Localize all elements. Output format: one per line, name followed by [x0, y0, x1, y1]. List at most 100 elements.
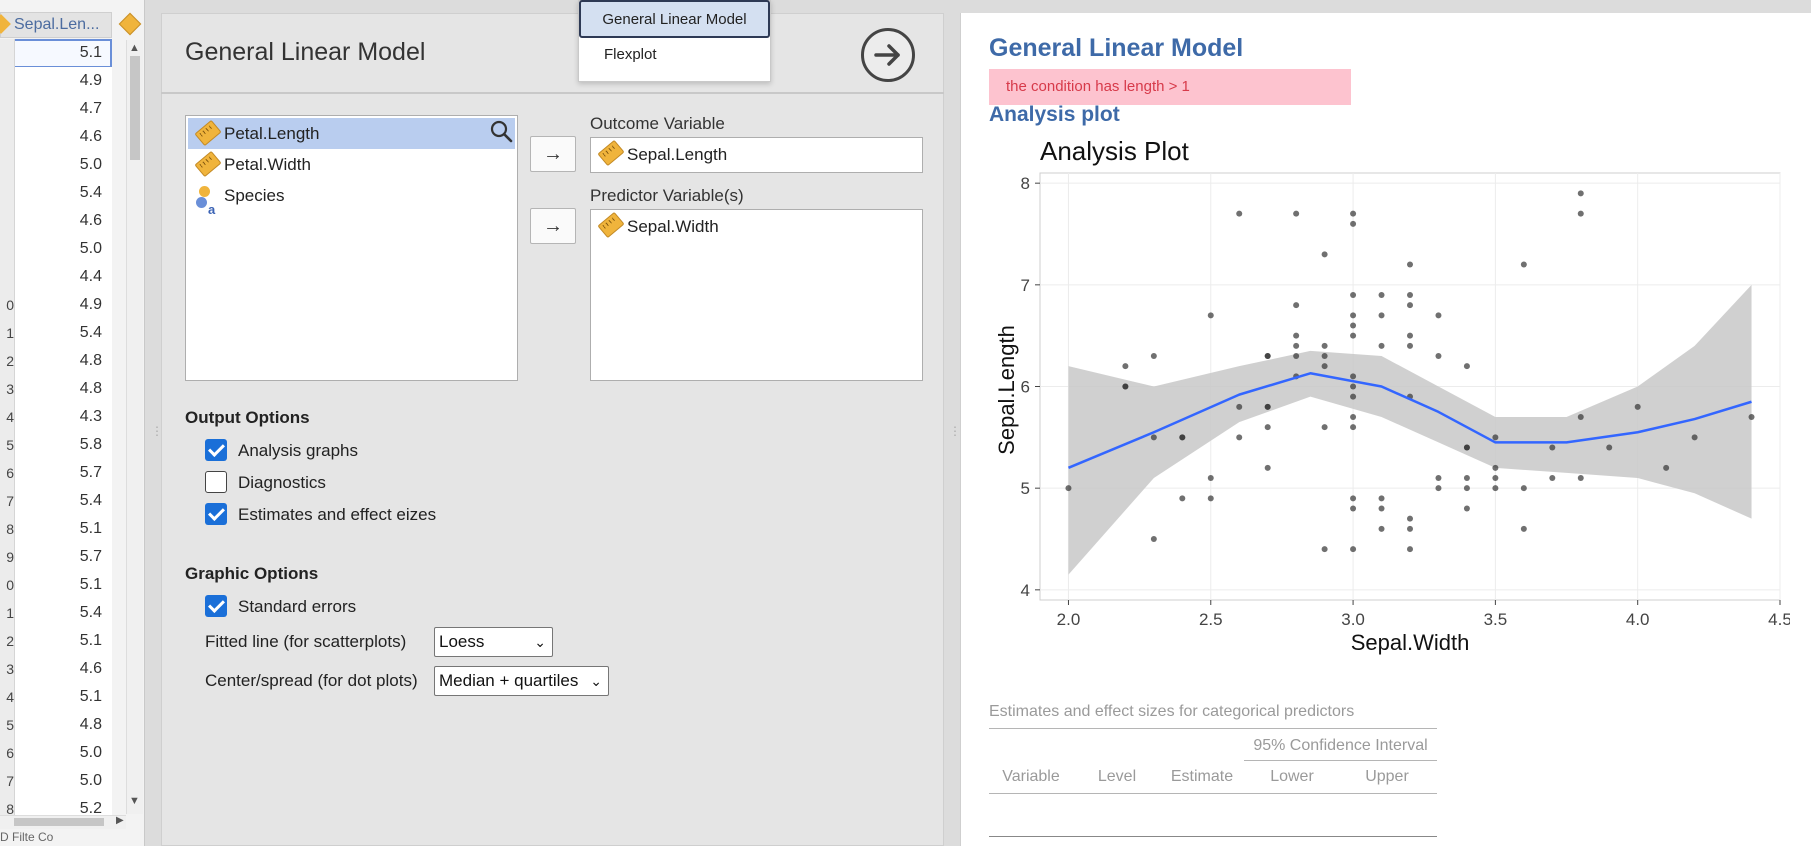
scrollbar-thumb[interactable]	[14, 818, 104, 826]
column-header-sepal-length[interactable]: Sepal.Len...	[0, 12, 112, 38]
data-point	[1492, 434, 1499, 441]
cell-value[interactable]: 4.7	[80, 95, 102, 123]
predictor-variables-box[interactable]: Sepal.Width	[590, 209, 923, 381]
select-value: Median + quartiles	[439, 671, 579, 690]
scroll-right-icon[interactable]: ▶	[116, 815, 124, 826]
menu-item-general-linear-model[interactable]: General Linear Model	[579, 0, 770, 38]
column-header-level: Level	[1097, 768, 1137, 785]
cell-value[interactable]: 5.0	[80, 767, 102, 795]
search-icon[interactable]	[489, 119, 513, 143]
cell-value[interactable]: 4.6	[80, 123, 102, 151]
checkbox-unchecked-icon[interactable]	[205, 471, 227, 493]
variable-label: Petal.Width	[224, 155, 311, 174]
cell-value[interactable]: 4.8	[80, 347, 102, 375]
table-row[interactable]: 5.4	[0, 179, 112, 208]
table-row[interactable]: 6 5.0	[0, 739, 112, 768]
left-splitter-handle[interactable]: ⋮	[151, 425, 163, 437]
variable-item-petal-length[interactable]: Petal.Length	[188, 118, 515, 149]
cell-value[interactable]: 5.8	[80, 431, 102, 459]
table-row[interactable]: 4 5.1	[0, 683, 112, 712]
table-row[interactable]: 1 5.4	[0, 599, 112, 628]
table-row[interactable]: 4.6	[0, 207, 112, 236]
chevron-down-icon: ⌄	[534, 634, 546, 650]
data-point	[1264, 353, 1271, 359]
table-row[interactable]: 1 5.4	[0, 319, 112, 348]
cell-value[interactable]: 4.8	[80, 375, 102, 403]
variable-item-species[interactable]: a Species	[188, 180, 515, 217]
table-row[interactable]: 6 5.7	[0, 459, 112, 488]
table-row[interactable]: 5 4.8	[0, 711, 112, 740]
scroll-down-icon[interactable]: ▼	[129, 795, 140, 807]
cell-value[interactable]: 5.4	[80, 179, 102, 207]
cell-value[interactable]: 4.9	[80, 67, 102, 95]
table-row[interactable]: 7 5.0	[0, 767, 112, 796]
table-row[interactable]: 5.1	[0, 39, 112, 68]
cell-value[interactable]: 5.1	[80, 683, 102, 711]
move-to-outcome-button[interactable]: →	[530, 136, 576, 172]
cell-value[interactable]: 5.4	[80, 599, 102, 627]
filter-bar[interactable]: D Filte Co	[0, 830, 145, 846]
outcome-variable-box[interactable]: Sepal.Length	[590, 137, 923, 173]
data-point	[1207, 495, 1214, 502]
assigned-variable-sepal-length[interactable]: Sepal.Length	[591, 138, 727, 172]
analysis-graphs-checkbox[interactable]: Analysis graphs	[205, 438, 358, 464]
cell-value[interactable]: 5.7	[80, 543, 102, 571]
table-row[interactable]: 4.6	[0, 123, 112, 152]
scrollbar-thumb[interactable]	[130, 56, 140, 160]
cell-value[interactable]: 5.1	[80, 515, 102, 543]
move-to-predictors-button[interactable]: →	[530, 208, 576, 244]
column-header-estimate: Estimate	[1170, 768, 1234, 785]
table-row[interactable]: 0 5.1	[0, 571, 112, 600]
fitted-line-select[interactable]: Loess ⌄	[434, 627, 553, 657]
analysis-plot-chart[interactable]: Analysis Plot 2.0 2.5 3.0 3.5 4.0 4.5 4 5 6 7 8 Se…	[990, 130, 1790, 660]
checkbox-checked-icon[interactable]	[205, 503, 227, 525]
cell-value[interactable]: 5.7	[80, 459, 102, 487]
table-row[interactable]: 7 5.4	[0, 487, 112, 516]
diagnostics-checkbox[interactable]: Diagnostics	[205, 470, 326, 496]
cell-value[interactable]: 5.1	[80, 571, 102, 599]
menu-item-flexplot[interactable]: Flexplot	[604, 46, 657, 63]
cell-value[interactable]: 4.9	[80, 291, 102, 319]
data-point	[1122, 363, 1129, 370]
table-row[interactable]: 2 4.8	[0, 347, 112, 376]
variable-item-petal-width[interactable]: Petal.Width	[188, 149, 515, 180]
cell-value[interactable]: 5.1	[80, 39, 102, 67]
table-row[interactable]: 0 4.9	[0, 291, 112, 320]
table-row[interactable]: 4.4	[0, 263, 112, 292]
cell-value[interactable]: 5.4	[80, 319, 102, 347]
data-point	[1435, 312, 1442, 319]
table-row[interactable]: 8 5.1	[0, 515, 112, 544]
available-variables-list[interactable]: Petal.Length Petal.Width a Species	[185, 115, 518, 381]
cell-value[interactable]: 4.8	[80, 711, 102, 739]
cell-value[interactable]: 5.0	[80, 739, 102, 767]
cell-value[interactable]: 5.4	[80, 487, 102, 515]
checkbox-checked-icon[interactable]	[205, 439, 227, 461]
scroll-up-icon[interactable]: ▲	[129, 42, 140, 54]
table-row[interactable]: 3 4.6	[0, 655, 112, 684]
cell-value[interactable]: 4.3	[80, 403, 102, 431]
cell-value[interactable]: 4.6	[80, 655, 102, 683]
table-row[interactable]: 9 5.7	[0, 543, 112, 572]
run-analysis-button[interactable]	[861, 28, 915, 82]
standard-errors-checkbox[interactable]: Standard errors	[205, 594, 356, 620]
cell-value[interactable]: 5.0	[80, 235, 102, 263]
cell-value[interactable]: 4.6	[80, 207, 102, 235]
row-number: 1	[0, 319, 15, 347]
table-row[interactable]: 2 5.1	[0, 627, 112, 656]
estimates-effect-sizes-checkbox[interactable]: Estimates and effect eizes	[205, 502, 436, 528]
table-row[interactable]: 5.0	[0, 151, 112, 180]
table-row[interactable]: 5.0	[0, 235, 112, 264]
table-row[interactable]: 4.7	[0, 95, 112, 124]
cell-value[interactable]: 4.4	[80, 263, 102, 291]
center-spread-select[interactable]: Median + quartiles ⌄	[434, 666, 609, 696]
table-row[interactable]: 5 5.8	[0, 431, 112, 460]
assigned-variable-sepal-width[interactable]: Sepal.Width	[591, 210, 719, 244]
variable-label: Sepal.Width	[627, 217, 719, 236]
right-splitter-handle[interactable]: ⋮	[949, 425, 961, 437]
table-row[interactable]: 4.9	[0, 67, 112, 96]
cell-value[interactable]: 5.1	[80, 627, 102, 655]
table-row[interactable]: 4 4.3	[0, 403, 112, 432]
cell-value[interactable]: 5.0	[80, 151, 102, 179]
table-row[interactable]: 3 4.8	[0, 375, 112, 404]
checkbox-checked-icon[interactable]	[205, 595, 227, 617]
